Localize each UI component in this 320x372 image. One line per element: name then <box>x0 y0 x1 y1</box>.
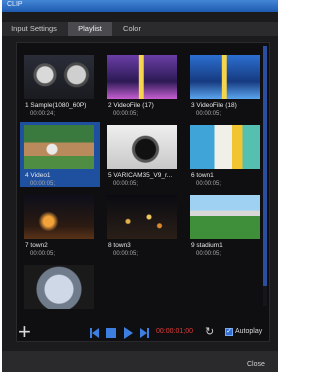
clip-thumbnail <box>24 55 94 99</box>
clip-thumbnail <box>107 125 177 169</box>
window-title: CLIP <box>7 1 23 8</box>
tab-color[interactable]: Color <box>114 22 150 36</box>
clip-item[interactable]: 9 stadium1 00:00:05; <box>186 192 266 257</box>
clip-item[interactable]: 7 town2 00:00:05; <box>20 192 100 257</box>
play-icon[interactable] <box>123 327 134 339</box>
clip-duration: 00:00:05; <box>196 251 222 257</box>
clip-item[interactable]: 5 VARICAM35_V9_r... 00:00:05; <box>103 122 183 187</box>
clip-thumbnail <box>24 195 94 239</box>
clip-item[interactable]: 3 VideoFile (18) 00:00:05; <box>186 52 266 117</box>
clip-duration: 00:00:05; <box>113 251 139 257</box>
clip-thumbnail <box>24 265 94 309</box>
clip-item[interactable] <box>20 262 100 327</box>
clip-label: 7 town2 <box>25 242 48 249</box>
autoplay-label: Autoplay <box>235 328 263 335</box>
skip-previous-icon[interactable] <box>90 327 100 339</box>
clip-thumbnail <box>107 55 177 99</box>
clip-thumbnail <box>190 195 260 239</box>
clip-duration: 00:00:05; <box>30 251 56 257</box>
tab-bar: Input Settings Playlist Color <box>2 22 278 36</box>
add-clip-button[interactable]: + <box>18 321 31 343</box>
clip-duration: 00:00:05; <box>196 181 222 187</box>
title-bar: CLIP <box>2 0 278 12</box>
clip-label: 5 VARICAM35_V9_r... <box>108 172 173 179</box>
tab-playlist[interactable]: Playlist <box>68 22 112 36</box>
clip-thumbnail <box>190 125 260 169</box>
skip-next-icon[interactable] <box>139 327 149 339</box>
clip-label: 2 VideoFile (17) <box>108 102 154 109</box>
clip-window: CLIP Input Settings Playlist Color 1 Sam… <box>2 0 278 372</box>
clip-item[interactable]: 4 Video1 00:00:05; <box>20 122 100 187</box>
clip-item[interactable]: 8 town3 00:00:05; <box>103 192 183 257</box>
clip-item[interactable]: 1 Sample(1080_60P) 00:00:24; <box>20 52 100 117</box>
clip-label: 4 Video1 <box>25 172 51 179</box>
clip-duration: 00:00:05; <box>196 111 222 117</box>
clip-duration: 00:00:05; <box>30 181 56 187</box>
close-button[interactable]: Close <box>247 361 265 368</box>
autoplay-checkbox[interactable]: ✓ <box>225 328 233 336</box>
clip-label: 1 Sample(1080_60P) <box>25 102 87 109</box>
loop-icon[interactable]: ↻ <box>205 325 214 338</box>
clip-duration: 00:00:05; <box>113 181 139 187</box>
clip-thumbnail <box>24 125 94 169</box>
clip-label: 9 stadium1 <box>191 242 223 249</box>
clip-thumbnail <box>190 55 260 99</box>
stop-icon[interactable] <box>105 327 117 339</box>
clip-label: 6 town1 <box>191 172 214 179</box>
clip-label: 3 VideoFile (18) <box>191 102 237 109</box>
timecode-display: 00:00:01;00 <box>156 328 193 335</box>
clip-thumbnail <box>107 195 177 239</box>
clip-label: 8 town3 <box>108 242 131 249</box>
clip-item[interactable]: 2 VideoFile (17) 00:00:05; <box>103 52 183 117</box>
footer-bar <box>2 351 278 372</box>
clip-duration: 00:00:05; <box>113 111 139 117</box>
tab-input-settings[interactable]: Input Settings <box>2 22 66 36</box>
clip-item[interactable]: 6 town1 00:00:05; <box>186 122 266 187</box>
clip-duration: 00:00:24; <box>30 111 56 117</box>
